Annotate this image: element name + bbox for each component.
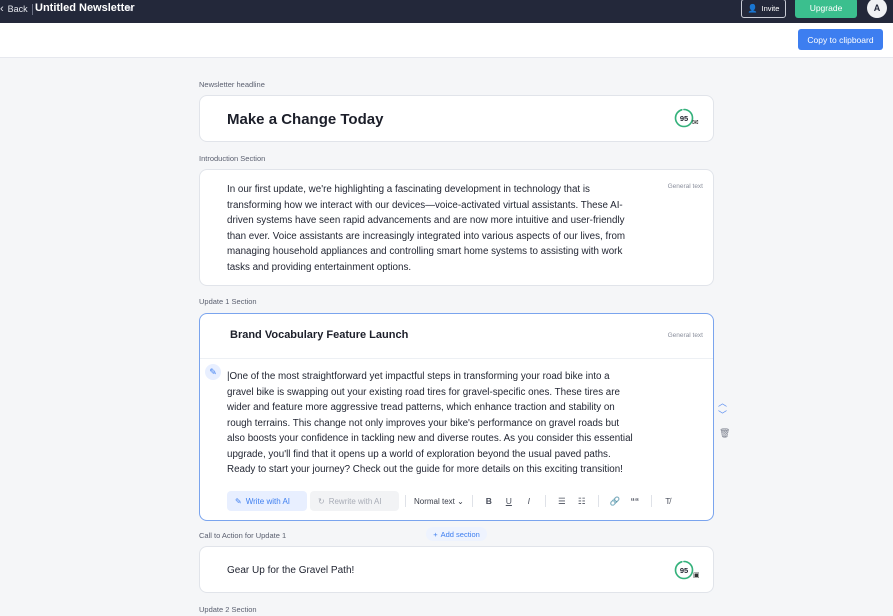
intro-body[interactable]: In our first update, we're highlighting … — [227, 182, 625, 275]
intro-line: driven systems have seen rapid advanceme… — [227, 215, 625, 226]
headline-label: Newsletter headline — [199, 80, 265, 89]
top-bar: ‹ Back Untitled Newsletter ✎ 👤 Invite Up… — [0, 0, 893, 23]
update1-label: Update 1 Section — [199, 297, 257, 306]
bullet-list-icon[interactable]: ☰ — [552, 496, 572, 507]
invite-label: Invite — [761, 4, 780, 13]
update1-tag: General text — [667, 332, 703, 339]
intro-line: than ever. Voice assistants are increasi… — [227, 230, 626, 242]
intro-label: Introduction Section — [199, 154, 266, 163]
rewrite-with-ai-button[interactable]: ↻ Rewrite with AI — [310, 491, 399, 511]
cta-label: Call to Action for Update 1 — [199, 531, 287, 540]
score-value: 95 — [679, 113, 689, 123]
update1-line: |One of the most straightforward yet imp… — [227, 371, 610, 382]
back-label: Back — [7, 4, 28, 14]
add-section-label: Add section — [440, 529, 480, 539]
update1-card[interactable]: Brand Vocabulary Feature Launch General … — [199, 313, 714, 521]
write-with-ai-button[interactable]: ✎ Write with AI — [227, 491, 307, 511]
editor-toolbar: ✎ Write with AI ↻ Rewrite with AI Normal… — [227, 491, 678, 511]
image-icon: ▣ — [693, 572, 700, 579]
clear-format-button[interactable]: T̸ — [658, 496, 678, 506]
add-section-button[interactable]: + Add section — [426, 527, 487, 541]
update1-line: Ready to start your journey? Check out t… — [227, 464, 623, 475]
update1-line: also boosts your confidence in tackling … — [227, 433, 633, 444]
link-icon[interactable]: 🔗 — [605, 496, 625, 507]
magic-pen-icon: ✎ — [235, 496, 242, 506]
cta-text[interactable]: Gear Up for the Gravel Path! — [227, 563, 354, 579]
envelope-icon: ✉ — [692, 118, 699, 127]
write-ai-label: Write with AI — [245, 496, 291, 506]
upgrade-button[interactable]: Upgrade — [795, 0, 857, 18]
invite-button[interactable]: 👤 Invite — [741, 0, 786, 18]
back-button[interactable]: ‹ Back — [0, 3, 28, 15]
italic-button[interactable]: I — [519, 496, 539, 506]
intro-line: transforming how we interact with our de… — [227, 199, 623, 211]
update1-body[interactable]: |One of the most straightforward yet imp… — [227, 369, 633, 478]
update1-line: rough terrains. This change not only imp… — [227, 417, 620, 429]
action-bar: Copy to clipboard — [0, 23, 893, 58]
rewrite-ai-label: Rewrite with AI — [328, 496, 382, 506]
trash-icon[interactable]: 🗑 — [719, 428, 730, 439]
rewrite-icon: ↻ — [318, 496, 325, 506]
update1-line: wider and feature more aggressive tread … — [227, 402, 615, 413]
title-divider — [32, 4, 33, 15]
text-style-label: Normal text — [414, 496, 455, 506]
bold-button[interactable]: B — [479, 496, 499, 506]
underline-button[interactable]: U — [499, 496, 519, 506]
update1-line: gravel bike is swapping out your existin… — [227, 386, 620, 398]
chevron-left-icon: ‹ — [0, 3, 4, 15]
text-style-select[interactable]: Normal text ⌄ — [412, 497, 466, 506]
chevron-down-icon: ⌄ — [457, 496, 464, 506]
plus-icon: + — [433, 529, 438, 539]
intro-line: In our first update, we're highlighting … — [227, 184, 590, 195]
document-title[interactable]: Untitled Newsletter — [35, 2, 135, 14]
ai-pen-icon[interactable]: ✎ — [205, 364, 221, 380]
toolbar-divider — [650, 495, 652, 507]
update1-title[interactable]: Brand Vocabulary Feature Launch — [230, 329, 408, 341]
toolbar-divider — [597, 495, 599, 507]
quote-button[interactable]: ““ — [625, 496, 645, 506]
intro-line: managing household appliances and contro… — [227, 246, 623, 257]
intro-card[interactable]: General text In our first update, we're … — [199, 169, 714, 286]
headline-card[interactable]: Make a Change Today 95 ✉ — [199, 95, 714, 142]
edit-title-icon[interactable]: ✎ — [126, 4, 134, 15]
intro-line: tasks and providing entertainment option… — [227, 261, 412, 273]
copy-to-clipboard-button[interactable]: Copy to clipboard — [798, 29, 883, 50]
cta-score: 95 — [674, 560, 694, 580]
toolbar-divider — [405, 495, 406, 507]
person-icon: 👤 — [747, 4, 758, 13]
score-value: 95 — [679, 565, 689, 575]
avatar[interactable]: A — [867, 0, 887, 18]
update2-label: Update 2 Section — [199, 605, 257, 614]
section-divider — [200, 358, 713, 359]
intro-tag: General text — [667, 183, 703, 190]
cta-card[interactable]: Gear Up for the Gravel Path! 95 ▣ — [199, 546, 714, 593]
update1-line: upgrade, you'll find that it opens up a … — [227, 448, 611, 460]
numbered-list-icon[interactable]: ☷ — [572, 496, 592, 507]
toolbar-divider — [544, 495, 546, 507]
headline-text[interactable]: Make a Change Today — [227, 111, 383, 128]
headline-score: 95 — [674, 108, 694, 128]
move-down-icon[interactable]: ﹀ — [718, 408, 727, 421]
toolbar-divider — [471, 495, 473, 507]
